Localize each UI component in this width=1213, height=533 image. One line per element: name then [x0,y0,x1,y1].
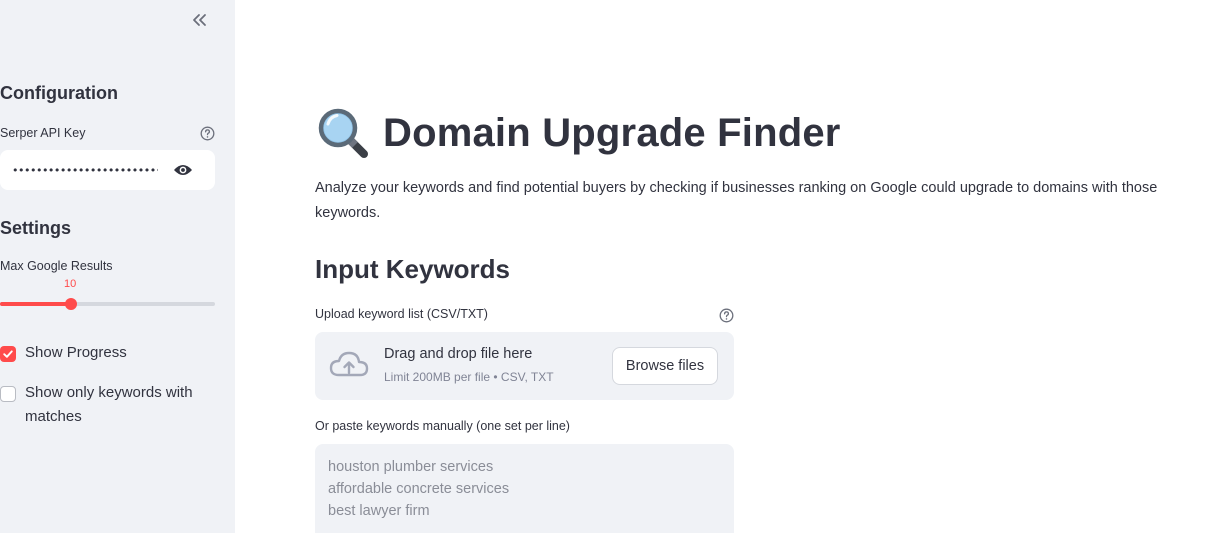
sidebar: Configuration Serper API Key •••••••••••… [0,0,235,533]
question-circle-icon [719,308,734,323]
show-progress-checkbox-row[interactable]: Show Progress [0,344,127,365]
dropzone-title: Drag and drop file here [384,346,533,362]
max-results-label: Max Google Results [0,259,113,273]
settings-heading: Settings [0,218,72,238]
configuration-heading: Configuration [0,83,118,103]
api-key-masked-value: ••••••••••••••••••••••••••••••••• [12,164,158,176]
double-chevron-left-icon [193,14,206,26]
upload-label: Upload keyword list (CSV/TXT) [315,307,488,321]
show-progress-label: Show Progress [25,344,127,361]
slider-value: 10 [64,278,77,290]
collapse-sidebar-button[interactable] [188,9,210,31]
only-matches-checkbox-row[interactable]: Show only keywords with matches [0,384,215,429]
magnifying-glass-icon [318,108,368,158]
page-description: Analyze your keywords and find potential… [315,180,1158,221]
keywords-textarea[interactable] [315,444,734,533]
toggle-password-visibility-button[interactable] [173,162,193,178]
page-title-row: Domain Upgrade Finder [315,105,841,161]
max-results-slider[interactable] [0,298,215,310]
question-circle-icon [200,126,215,141]
only-matches-label: Show only keywords with matches [25,384,193,425]
paste-keywords-label: Or paste keywords manually (one set per … [315,419,570,433]
file-uploader-dropzone[interactable]: Drag and drop file here Limit 200MB per … [315,332,734,400]
slider-thumb[interactable] [65,298,77,310]
checkmark-icon [3,350,13,358]
help-icon[interactable] [200,126,215,141]
browse-files-button[interactable]: Browse files [612,347,718,385]
eye-icon [174,165,192,175]
show-progress-checkbox[interactable] [0,346,16,362]
dropzone-limit-text: Limit 200MB per file • CSV, TXT [384,370,554,384]
page-title: Domain Upgrade Finder [383,110,841,155]
main-content: Domain Upgrade Finder Analyze your keywo… [235,0,1213,533]
api-key-label: Serper API Key [0,126,86,140]
upload-help-icon[interactable] [719,308,734,323]
slider-fill [0,302,71,306]
api-key-input[interactable]: ••••••••••••••••••••••••••••••••• [0,150,215,190]
cloud-upload-icon [329,351,369,377]
app-window: Configuration Serper API Key •••••••••••… [0,0,1213,533]
only-matches-checkbox[interactable] [0,386,16,402]
input-keywords-heading: Input Keywords [315,254,511,284]
